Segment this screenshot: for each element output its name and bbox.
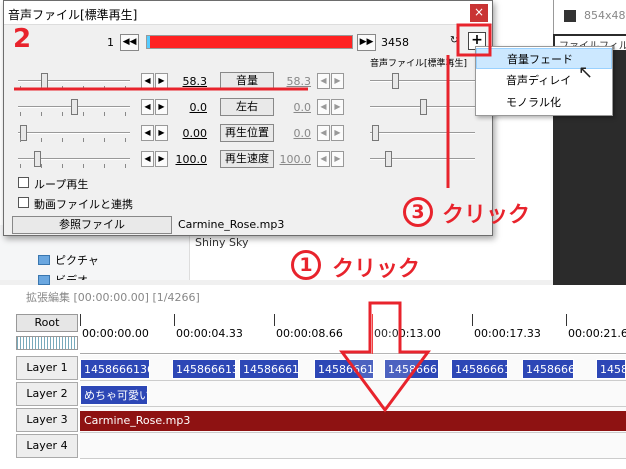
annotation-overlay (14, 23, 492, 413)
step3-highlight-box (456, 23, 492, 57)
step1-arrow (339, 301, 431, 413)
